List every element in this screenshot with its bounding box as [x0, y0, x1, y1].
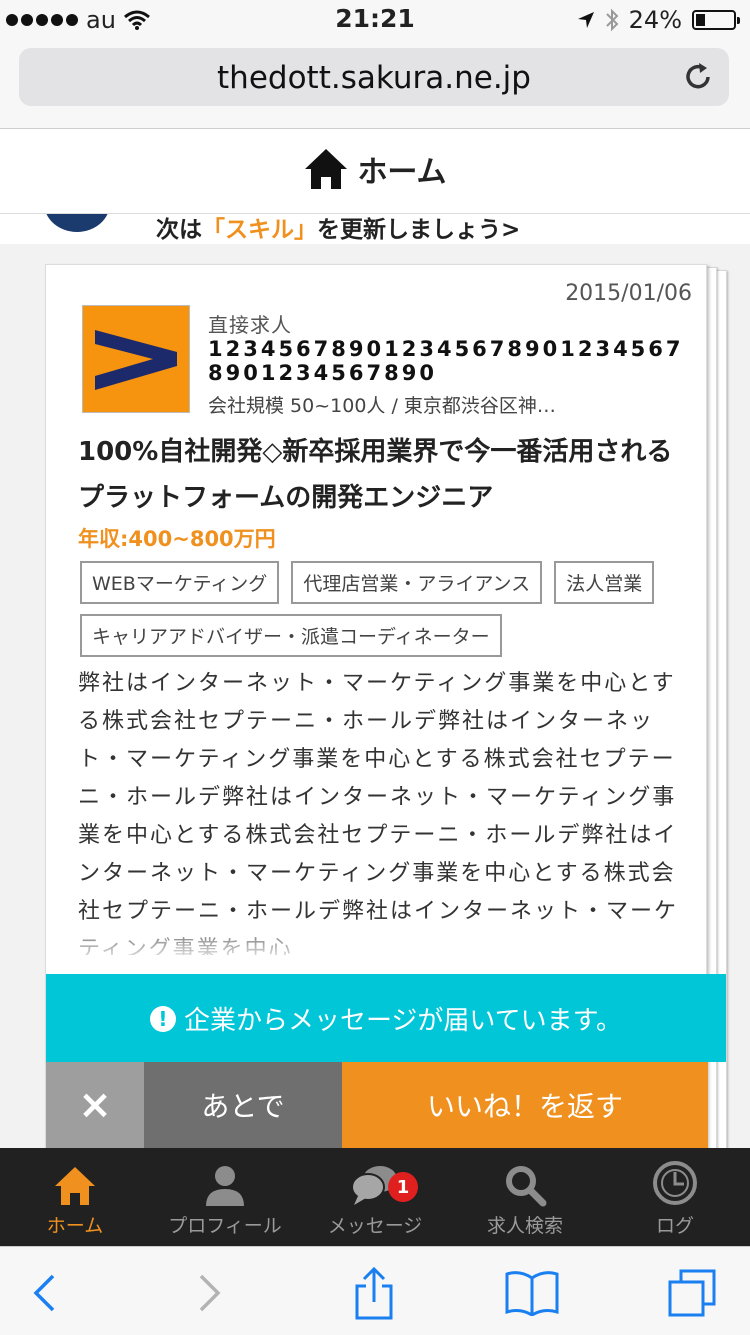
app-tab-bar: ホーム プロフィール メッセージ 1 求人検索 ログ [0, 1148, 750, 1246]
tab-label: メッセージ [327, 1215, 423, 1237]
battery-icon [692, 10, 740, 30]
app-header: ホーム [0, 129, 750, 214]
job-tag: WEBマーケティング [80, 561, 280, 604]
tab-label: 求人検索 [486, 1215, 563, 1237]
chevron-left-icon [33, 1274, 55, 1312]
clock-icon [653, 1161, 697, 1205]
job-description: 弊社はインターネット・マーケティング事業を中心とする株式会社セプテーニ・ホールデ… [78, 671, 679, 955]
skill-update-text[interactable]: 次は「スキル」を更新しましょう> [156, 214, 520, 244]
unread-badge: 1 [388, 1172, 418, 1202]
later-button[interactable]: あとで [144, 1062, 342, 1148]
share-button[interactable] [344, 1265, 404, 1321]
job-tag: 法人営業 [554, 561, 655, 604]
job-kind: 直接求人 [208, 313, 292, 337]
chevron-right-icon [199, 1274, 221, 1312]
bookmarks-button[interactable] [502, 1265, 562, 1321]
book-icon [505, 1271, 559, 1316]
home-icon [55, 1167, 95, 1205]
tab-messages[interactable]: メッセージ 1 [300, 1148, 450, 1246]
reload-icon[interactable] [681, 60, 715, 94]
job-title: 100%自社開発◇新卒採用業界で今一番活用されるプラットフォームの開発エンジニア [78, 437, 673, 513]
avatar [44, 214, 110, 232]
browser-address-area: thedott.sakura.ne.jp [0, 40, 750, 129]
location-arrow-icon [577, 12, 594, 28]
bluetooth-icon [605, 8, 619, 32]
forward-button[interactable] [180, 1265, 240, 1321]
tab-home[interactable]: ホーム [0, 1148, 150, 1246]
url-text: thedott.sakura.ne.jp [217, 60, 531, 96]
company-name: 1234567890123456789012345678901234567890 [208, 337, 684, 385]
exclamation-icon: ! [149, 1005, 176, 1032]
like-back-button[interactable]: いいね！を返す [342, 1062, 708, 1148]
message-notification-bar[interactable]: ! 企業からメッセージが届いています。 [46, 974, 726, 1062]
address-bar[interactable]: thedott.sakura.ne.jp [19, 48, 729, 106]
posted-date: 2015/01/06 [565, 281, 692, 306]
search-icon [506, 1166, 547, 1207]
battery-percent: 24% [628, 6, 682, 34]
tab-label: ログ [655, 1215, 694, 1237]
chevron-right-logo-icon [95, 330, 177, 390]
tab-job-search[interactable]: 求人検索 [450, 1148, 600, 1246]
home-icon [305, 149, 348, 189]
job-tags: WEBマーケティング 代理店営業・アライアンス 法人営業 キャリアアドバイザー・… [80, 561, 680, 657]
status-bar: au 21:21 24% [0, 0, 750, 40]
company-logo [82, 305, 190, 413]
job-tag: 代理店営業・アライアンス [291, 561, 543, 604]
status-right: 24% [577, 6, 740, 34]
tab-log[interactable]: ログ [600, 1148, 750, 1246]
tab-label: プロフィール [168, 1215, 282, 1237]
tab-label: ホーム [46, 1215, 104, 1237]
browser-toolbar [0, 1246, 750, 1335]
company-info: 会社規模 50~100人 / 東京都渋谷区神… [208, 395, 556, 417]
skill-update-banner[interactable]: 次は「スキル」を更新しましょう> [0, 214, 750, 244]
skill-suffix: を更新しましょう> [317, 217, 521, 243]
tabs-icon [668, 1269, 716, 1317]
message-notification-text: 企業からメッセージが届いています。 [183, 1006, 623, 1036]
tabs-button[interactable] [662, 1265, 722, 1321]
share-icon [355, 1266, 393, 1320]
tab-profile[interactable]: プロフィール [150, 1148, 300, 1246]
skill-prefix: 次は [156, 217, 202, 243]
back-button[interactable] [14, 1265, 74, 1321]
person-icon [206, 1166, 244, 1206]
description-fade [46, 915, 706, 965]
dismiss-button[interactable]: × [46, 1062, 144, 1148]
page-title: ホーム [357, 155, 447, 190]
job-tag: キャリアアドバイザー・派遣コーディネーター [80, 614, 502, 657]
skill-highlight: 「スキル」 [202, 217, 317, 243]
salary: 年収:400~800万円 [78, 527, 276, 551]
